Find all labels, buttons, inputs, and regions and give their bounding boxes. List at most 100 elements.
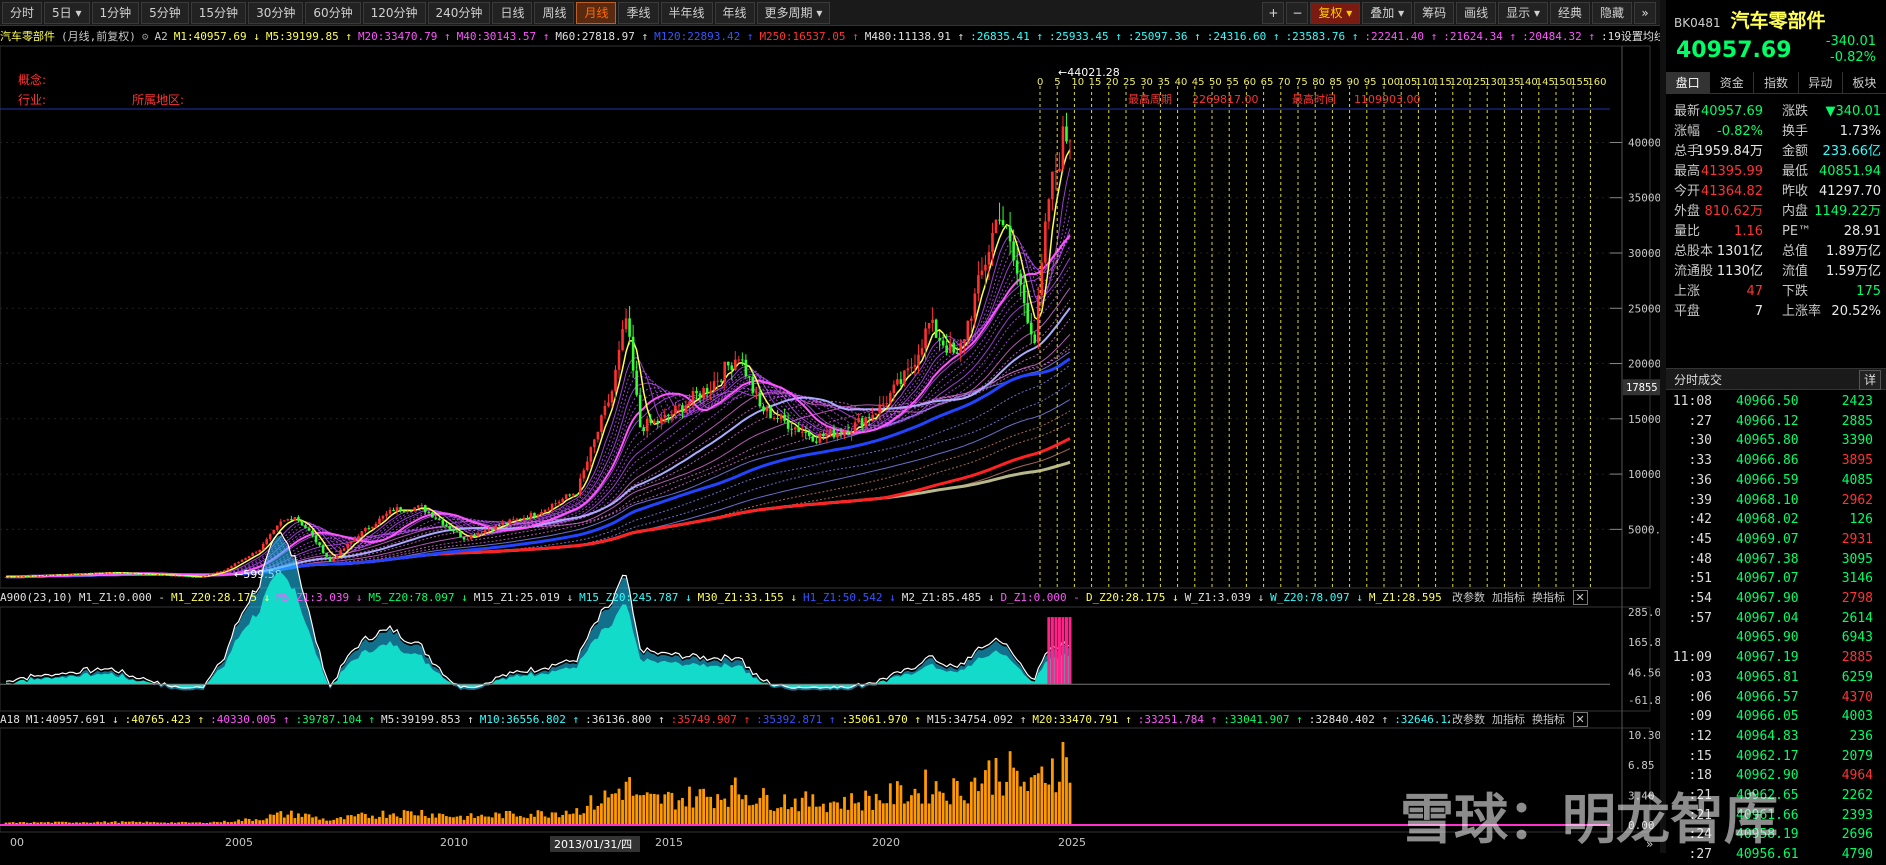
- tick-time: :27: [1688, 413, 1712, 429]
- candle-body: [896, 379, 899, 385]
- legend-item: M1_Z1:0.000 -: [78, 591, 165, 604]
- switch-indicator-button[interactable]: 换指标: [1532, 713, 1565, 726]
- close-icon[interactable]: ✕: [1572, 590, 1588, 605]
- volume-bar: [526, 818, 529, 825]
- candle-body: [881, 403, 885, 405]
- candle-body: [1008, 225, 1012, 242]
- volume-bar: [311, 817, 314, 825]
- price-label: 25000.00: [1628, 302, 1660, 315]
- candle-body: [18, 576, 22, 578]
- a900-axis-label: -61.87: [1628, 694, 1660, 707]
- candle-body: [1015, 260, 1019, 274]
- tick-time: :42: [1688, 512, 1712, 528]
- candle-body: [1033, 334, 1037, 343]
- panel-tab[interactable]: 资金: [1710, 72, 1755, 93]
- panel-tab[interactable]: 板块: [1843, 72, 1886, 93]
- candle-body: [180, 575, 184, 577]
- candle-body: [994, 219, 998, 233]
- volume-bar: [571, 813, 575, 825]
- volume-bar: [501, 818, 505, 825]
- panel-tab[interactable]: 盘口: [1666, 72, 1711, 93]
- volume-bar: [772, 810, 776, 825]
- candle-body: [406, 510, 409, 512]
- candle-body: [455, 531, 459, 533]
- volume-bar: [511, 813, 515, 825]
- volume-bar: [726, 806, 730, 825]
- candle-body: [589, 447, 593, 462]
- volume-bar: [903, 803, 906, 825]
- volume-bar: [1036, 773, 1040, 825]
- a900-buttons: 改参数 加指标 换指标 ✕: [1452, 590, 1588, 606]
- volume-bar: [1061, 741, 1065, 825]
- candle-body: [117, 572, 121, 574]
- splitter[interactable]: [1660, 0, 1666, 853]
- legend-item: M_Z1:28.595 ↓: [1368, 591, 1450, 604]
- volume-bar: [1008, 751, 1012, 825]
- volume-bar: [804, 791, 808, 825]
- candle-body: [959, 343, 963, 354]
- candle-body: [131, 573, 135, 575]
- candle-body: [57, 574, 61, 576]
- volume-bar: [969, 781, 973, 825]
- candle-body: [381, 516, 385, 519]
- candle-body: [1019, 273, 1022, 285]
- tick-row: :06 40966.57 4370: [1666, 688, 1873, 708]
- volume-bar: [934, 781, 938, 825]
- candle-body: [149, 574, 152, 576]
- tick-volume: 4085: [1841, 472, 1873, 488]
- candle-body: [779, 414, 783, 419]
- add-indicator-button[interactable]: 加指标: [1492, 713, 1525, 726]
- fan-ma-line: [5, 461, 1071, 578]
- candle-body: [191, 576, 195, 578]
- volume-bar: [585, 805, 589, 825]
- candle-body: [712, 381, 716, 391]
- volume-bar: [698, 789, 702, 825]
- ticks-detail-button[interactable]: 详: [1858, 370, 1881, 390]
- add-indicator-button[interactable]: 加指标: [1492, 591, 1525, 604]
- candle-body: [945, 345, 948, 353]
- candle-body: [230, 566, 233, 569]
- volume-bar: [487, 816, 491, 825]
- panel-tab[interactable]: 异动: [1799, 72, 1843, 93]
- candle-body: [275, 525, 279, 530]
- tick-row: :03 40965.81 6259: [1666, 668, 1873, 688]
- switch-indicator-button[interactable]: 换指标: [1532, 591, 1565, 604]
- candle-body: [378, 518, 381, 524]
- volume-bar: [600, 803, 603, 825]
- candle-body: [332, 558, 335, 562]
- close-icon[interactable]: ✕: [1572, 712, 1588, 727]
- candle-body: [187, 576, 191, 578]
- tick-row: :45 40969.07 2931: [1666, 530, 1873, 550]
- edit-params-button[interactable]: 改参数: [1452, 713, 1485, 726]
- candle-body: [11, 576, 15, 578]
- volume-bar: [409, 811, 413, 825]
- region-label: 所属地区:: [132, 93, 184, 107]
- volume-bar: [924, 769, 927, 825]
- tick-price: 40969.07: [1736, 531, 1799, 547]
- candle-body: [719, 380, 723, 382]
- candle-body: [1022, 284, 1026, 304]
- volume-bar: [674, 809, 677, 825]
- candle-body: [557, 501, 561, 504]
- volume-bar: [684, 806, 688, 825]
- tick-volume: 2262: [1841, 788, 1873, 803]
- tick-price: 40968.02: [1736, 512, 1799, 528]
- volume-bar: [434, 817, 438, 825]
- candle-body: [82, 573, 85, 575]
- panel-tab[interactable]: 指数: [1754, 72, 1799, 93]
- volume-bar: [381, 810, 385, 825]
- candle-body: [244, 558, 247, 560]
- volume-bar: [874, 793, 878, 825]
- candle-body: [321, 545, 325, 553]
- volume-bar: [888, 783, 892, 825]
- candle-body: [1044, 221, 1047, 263]
- candle-body: [624, 318, 628, 330]
- a900-legend: A900(23,10) M1_Z1:0.000 - M1_Z20:28.175 ↓ M…: [0, 589, 1450, 607]
- tick-price: 40967.38: [1736, 551, 1799, 567]
- tick-time: :12: [1688, 728, 1712, 744]
- volume-bar: [385, 817, 388, 825]
- candle-body: [46, 575, 50, 577]
- volume-bar: [642, 795, 646, 825]
- candle-body: [367, 528, 371, 530]
- edit-params-button[interactable]: 改参数: [1452, 591, 1485, 604]
